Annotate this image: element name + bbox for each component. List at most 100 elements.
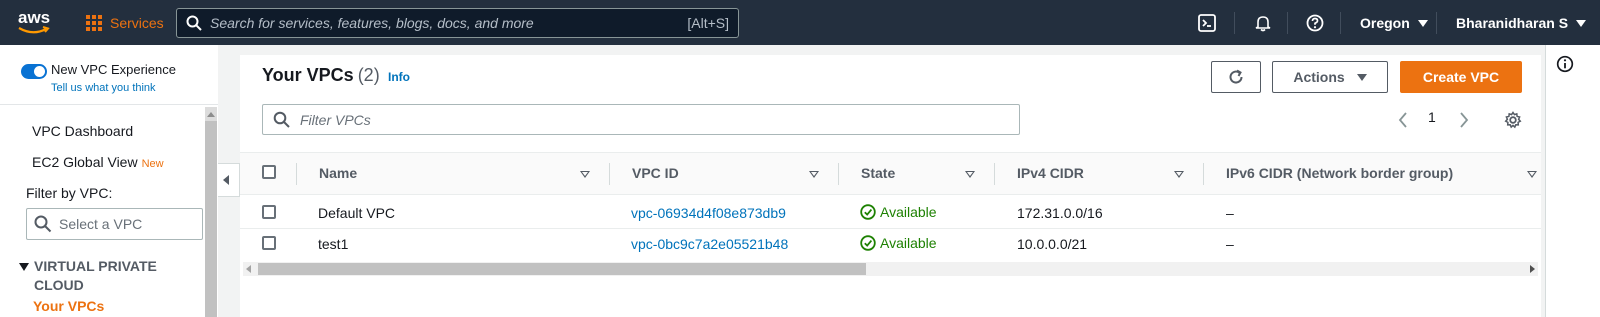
info-icon[interactable] — [1556, 55, 1574, 73]
services-menu-button[interactable]: Services — [86, 14, 164, 32]
collapse-sidebar-button[interactable] — [218, 163, 240, 197]
column-divider[interactable] — [994, 163, 995, 185]
vpc-count: (2) — [357, 65, 380, 85]
create-vpc-label: Create VPC — [1422, 69, 1500, 85]
vpc-id-link[interactable]: vpc-0bc9c7a2e05521b48 — [631, 236, 788, 252]
sort-caret-icon[interactable] — [1174, 171, 1184, 178]
column-divider[interactable] — [838, 163, 839, 185]
aws-smile-icon — [18, 26, 50, 34]
page-title: Your VPCs (2) — [262, 65, 380, 86]
check-circle-icon — [860, 235, 876, 251]
table-horizontal-scrollbar[interactable] — [243, 262, 1538, 276]
divider — [0, 104, 240, 105]
vpc-state-text: Available — [880, 235, 937, 251]
divider — [1340, 12, 1341, 34]
current-page-number[interactable]: 1 — [1428, 109, 1436, 125]
sidebar-item-label: EC2 Global View — [32, 154, 138, 170]
scroll-right-arrow-icon[interactable] — [1530, 265, 1535, 273]
help-panel-rail — [1545, 45, 1600, 317]
row-select-checkbox[interactable] — [262, 236, 276, 250]
column-header-state[interactable]: State — [861, 165, 895, 181]
sidebar-section-title: VIRTUAL PRIVATE CLOUD — [34, 258, 157, 293]
help-icon[interactable] — [1306, 14, 1324, 32]
top-navigation-bar: aws Services [Alt+S] Oregon — [0, 0, 1600, 45]
vpc-name: Default VPC — [318, 205, 396, 221]
scroll-up-arrow-icon[interactable] — [207, 112, 215, 117]
caret-down-icon — [1417, 19, 1428, 27]
row-divider — [240, 228, 1541, 229]
account-name: Bharanidharan S — [1456, 15, 1569, 31]
caret-down-icon — [19, 263, 29, 271]
caret-down-icon — [1356, 73, 1367, 81]
filter-by-vpc-label: Filter by VPC: — [26, 185, 113, 201]
vpc-filter-box[interactable] — [262, 104, 1020, 135]
sidebar-scrollbar[interactable] — [205, 107, 217, 317]
vpc-state: Available — [860, 204, 937, 220]
region-label: Oregon — [1360, 15, 1410, 31]
caret-down-icon — [1576, 19, 1587, 27]
ipv4-cidr: 10.0.0.0/21 — [1017, 236, 1088, 252]
aws-logo[interactable]: aws — [18, 8, 56, 36]
gear-icon[interactable] — [1504, 111, 1522, 129]
sort-caret-icon[interactable] — [580, 171, 590, 178]
ipv6-cidr: – — [1226, 236, 1234, 252]
sidebar-item-your-vpcs[interactable]: Your VPCs — [33, 298, 104, 314]
search-icon — [273, 111, 290, 128]
vpc-filter-select[interactable]: Select a VPC — [26, 208, 203, 240]
vpc-filter-input[interactable] — [300, 111, 980, 128]
page-title-text: Your VPCs — [262, 65, 354, 85]
new-badge: New — [141, 158, 164, 170]
create-vpc-button[interactable]: Create VPC — [1400, 61, 1522, 93]
row-select-checkbox[interactable] — [262, 205, 276, 219]
new-vpc-experience-label: New VPC Experience — [51, 62, 176, 77]
sidebar-item-vpc-dashboard[interactable]: VPC Dashboard — [32, 123, 133, 139]
column-divider[interactable] — [609, 163, 610, 185]
column-divider[interactable] — [1203, 163, 1204, 185]
info-link[interactable]: Info — [388, 70, 410, 84]
region-selector[interactable]: Oregon — [1360, 15, 1428, 31]
refresh-icon — [1229, 69, 1243, 84]
sort-caret-icon[interactable] — [809, 171, 819, 178]
vpc-name: test1 — [318, 236, 349, 252]
vpc-id-link[interactable]: vpc-06934d4f08e873db9 — [631, 205, 786, 221]
scrollbar-thumb[interactable] — [258, 263, 866, 275]
aws-logo-text: aws — [18, 8, 51, 27]
services-label: Services — [110, 15, 164, 31]
vpc-state-text: Available — [880, 204, 937, 220]
column-header-ipv4-cidr[interactable]: IPv4 CIDR — [1017, 165, 1084, 181]
actions-label: Actions — [1293, 69, 1345, 85]
feedback-link[interactable]: Tell us what you think — [51, 82, 156, 94]
search-icon — [34, 215, 52, 233]
divider — [1234, 12, 1235, 34]
global-search[interactable]: [Alt+S] — [176, 8, 739, 38]
column-header-ipv6-cidr[interactable]: IPv6 CIDR (Network border group) — [1226, 165, 1453, 181]
cloudshell-icon[interactable] — [1198, 14, 1216, 32]
previous-page-icon[interactable] — [1398, 112, 1408, 128]
sort-caret-icon[interactable] — [965, 171, 975, 178]
column-header-vpc-id[interactable]: VPC ID — [632, 165, 679, 181]
scrollbar-thumb[interactable] — [205, 121, 217, 317]
vpc-filter-placeholder: Select a VPC — [59, 216, 143, 232]
refresh-button[interactable] — [1211, 61, 1261, 93]
global-search-input[interactable] — [210, 15, 650, 31]
check-circle-icon — [860, 204, 876, 220]
select-all-checkbox[interactable] — [262, 165, 276, 179]
next-page-icon[interactable] — [1459, 112, 1469, 128]
divider — [1287, 12, 1288, 34]
sidebar-item-label: VPC Dashboard — [32, 123, 134, 139]
services-grid-icon — [86, 14, 103, 32]
vpc-state: Available — [860, 235, 937, 251]
divider — [1436, 12, 1437, 34]
ipv6-cidr: – — [1226, 205, 1234, 221]
new-vpc-experience-toggle[interactable] — [21, 64, 47, 79]
search-icon — [186, 15, 202, 31]
sidebar-item-ec2-global-view[interactable]: EC2 Global View New — [32, 154, 164, 170]
bell-icon[interactable] — [1254, 14, 1272, 32]
search-shortcut-hint: [Alt+S] — [687, 15, 729, 31]
account-menu[interactable]: Bharanidharan S — [1456, 15, 1587, 31]
actions-dropdown-button[interactable]: Actions — [1272, 61, 1388, 93]
ipv4-cidr: 172.31.0.0/16 — [1017, 205, 1103, 221]
column-header-name[interactable]: Name — [319, 165, 357, 181]
sort-caret-icon[interactable] — [1527, 171, 1537, 178]
scroll-left-arrow-icon[interactable] — [246, 265, 251, 273]
